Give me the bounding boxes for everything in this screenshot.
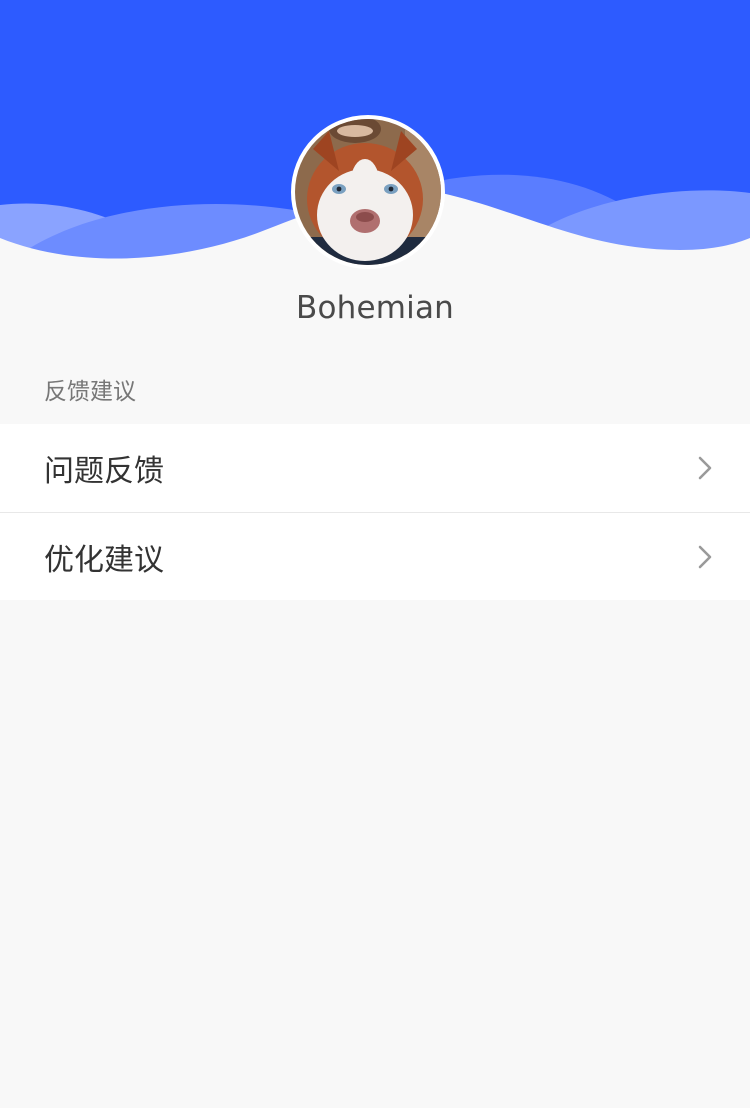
- chevron-right-icon: [698, 456, 712, 480]
- husky-dog-avatar-icon: [295, 119, 441, 265]
- section-title-feedback: 反馈建议: [44, 379, 136, 405]
- chevron-right-icon: [698, 545, 712, 568]
- menu-item-label: 优化建议: [44, 542, 164, 578]
- menu-item-optimization-suggestion[interactable]: 优化建议: [0, 512, 750, 600]
- menu-item-label: 问题反馈: [44, 454, 164, 489]
- avatar[interactable]: [291, 115, 445, 269]
- menu-item-problem-feedback[interactable]: 问题反馈: [0, 424, 750, 512]
- username: Bohemian: [295, 290, 454, 326]
- feedback-menu-list: 问题反馈 优化建议: [0, 424, 750, 600]
